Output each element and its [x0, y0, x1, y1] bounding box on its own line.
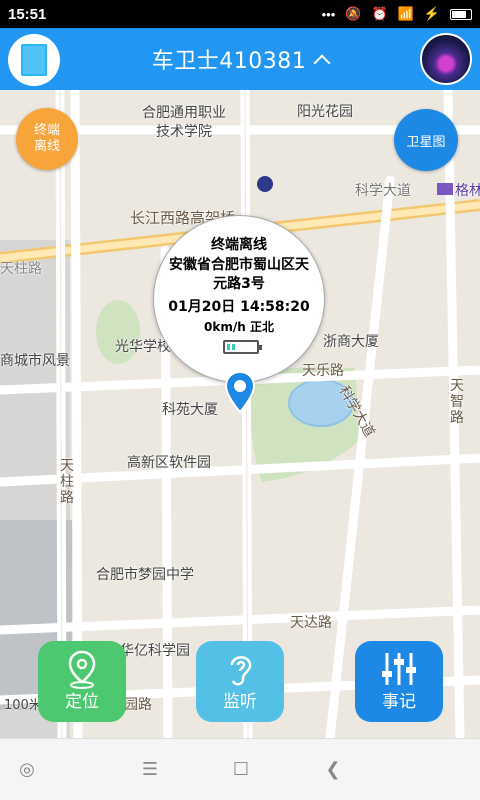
alarm-icon: ⏰ — [371, 6, 388, 21]
app-bar: 车卫士410381 — [0, 28, 480, 90]
terminal-battery-icon — [223, 340, 262, 354]
map-label-yuan-road: 园路 — [124, 697, 152, 713]
map-label-zheshang: 浙商大厦 — [323, 334, 379, 350]
map-label-keyuan: 科苑大厦 — [162, 402, 218, 418]
locate-button[interactable]: 定位 — [38, 641, 126, 722]
map-label-tianzhu-road: 天 柱 路 — [60, 458, 74, 506]
map-label-tianzhi: 天 智 路 — [450, 378, 464, 426]
info-bubble[interactable]: 终端离线 安徽省合肥市蜀山区天元路3号 01月20日 14:58:20 0km/… — [153, 215, 325, 383]
satellite-button[interactable]: 卫星图 — [394, 109, 458, 171]
ear-icon — [230, 656, 252, 686]
sliders-icon — [382, 653, 416, 685]
terminal-datetime: 01月20日 14:58:20 — [168, 299, 310, 315]
avatar[interactable] — [420, 33, 472, 85]
nav-menu-icon[interactable]: ☰ — [135, 759, 165, 780]
map-label-kexue-road: 科学大道 — [355, 183, 411, 199]
map-label-gege: 格林 — [455, 183, 480, 199]
mute-icon: 🔕 — [345, 6, 362, 21]
map-label-huayi: 华亿科学园 — [120, 643, 190, 659]
log-label: 事记 — [382, 692, 416, 712]
listen-label: 监听 — [223, 692, 257, 712]
status-time: 15:51 — [8, 5, 47, 23]
map-scale-label: 100米 — [4, 698, 42, 713]
terminal-speed-direction: 0km/h 正北 — [204, 320, 274, 334]
offline-label: 终端 离线 — [33, 123, 60, 154]
terminal-address: 安徽省合肥市蜀山区天元路3号 — [169, 257, 309, 292]
nav-circle-icon[interactable]: ◎ — [12, 759, 42, 780]
terminal-status: 终端离线 — [211, 237, 267, 253]
more-icon: ••• — [321, 6, 336, 22]
battery-icon — [450, 8, 472, 20]
nav-back-icon[interactable]: ❮ — [318, 759, 348, 780]
document-icon — [21, 44, 47, 76]
chevron-up-icon[interactable] — [313, 54, 331, 72]
map-label-school: 合肥通用职业 技术学院 — [142, 105, 226, 140]
satellite-label: 卫星图 — [406, 134, 446, 150]
wifi-icon: 📶 — [397, 6, 414, 21]
map-label-yangguang: 阳光花园 — [297, 104, 353, 120]
map-label-shangcheng: 商城市风景 — [0, 353, 70, 369]
status-icons: ••• 🔕 ⏰ 📶 ⚡ — [322, 6, 472, 22]
map-label-tianle: 天乐路 — [302, 363, 344, 379]
listen-button[interactable]: 监听 — [196, 641, 284, 722]
nav-home-icon[interactable]: ☐ — [226, 759, 256, 780]
map-label-tian: 天柱路 — [0, 261, 42, 277]
charging-icon: ⚡ — [423, 6, 440, 21]
map-label-mengyuan: 合肥市梦园中学 — [96, 567, 194, 583]
map-label-tianda: 天达路 — [290, 615, 332, 631]
log-button[interactable]: 事记 — [355, 641, 443, 722]
status-bar: 15:51 ••• 🔕 ⏰ 📶 ⚡ — [0, 0, 480, 28]
document-button[interactable] — [8, 34, 60, 86]
system-nav-bar: ◎ ☰ ☐ ❮ — [0, 738, 480, 800]
location-marker-icon[interactable] — [224, 370, 256, 414]
vehicle-title[interactable]: 车卫士410381 — [152, 43, 306, 75]
map-label-gaoxin: 高新区软件园 — [127, 455, 211, 471]
offline-button[interactable]: 终端 离线 — [16, 108, 78, 170]
location-pin-icon — [68, 650, 96, 689]
locate-label: 定位 — [65, 692, 99, 712]
